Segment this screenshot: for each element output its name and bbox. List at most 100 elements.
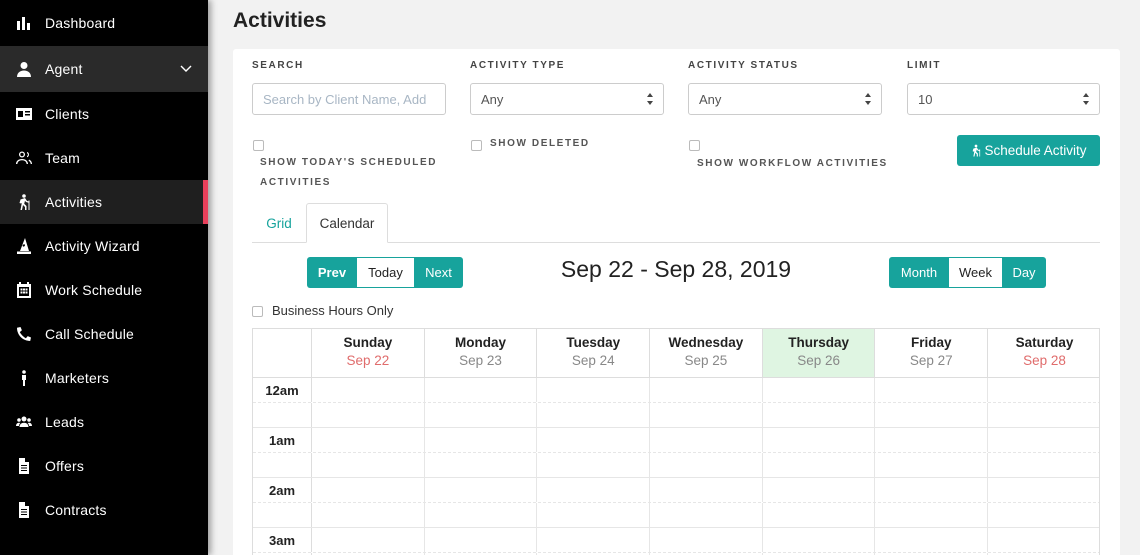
business-hours-checkbox[interactable] xyxy=(252,306,263,317)
time-slot-cell[interactable] xyxy=(312,378,425,402)
day-header-thursday[interactable]: Thursday Sep 26 xyxy=(762,329,876,377)
activity-type-select[interactable]: Any xyxy=(470,83,664,115)
time-slot-cell[interactable] xyxy=(650,378,763,402)
day-header-wednesday[interactable]: Wednesday Sep 25 xyxy=(650,329,763,377)
time-slot-cell[interactable] xyxy=(425,453,538,477)
time-slot-cell[interactable] xyxy=(875,378,989,402)
time-slot-cell[interactable] xyxy=(650,428,763,452)
sidebar-item-activity-wizard[interactable]: Activity Wizard xyxy=(0,224,208,268)
time-slot-cell[interactable] xyxy=(537,528,651,552)
time-slot-cell[interactable] xyxy=(312,403,425,427)
sidebar-item-contracts[interactable]: Contracts xyxy=(0,488,208,532)
day-header-tuesday[interactable]: Tuesday Sep 24 xyxy=(537,329,651,377)
time-slot-cell[interactable] xyxy=(763,478,876,502)
time-slot-cell[interactable] xyxy=(763,453,876,477)
day-name: Tuesday xyxy=(566,335,621,350)
day-date: Sep 23 xyxy=(459,353,502,368)
time-slot-row xyxy=(253,503,1099,528)
time-slot-cell[interactable] xyxy=(537,403,651,427)
time-slot-cell[interactable] xyxy=(650,403,763,427)
day-date: Sep 24 xyxy=(571,353,615,368)
time-slot-cell[interactable] xyxy=(537,478,651,502)
sidebar-item-label: Work Schedule xyxy=(45,282,143,298)
activity-status-select[interactable]: Any xyxy=(688,83,882,115)
time-slot-cell[interactable] xyxy=(988,478,1099,502)
time-slot-cell[interactable] xyxy=(425,428,538,452)
day-header-sunday[interactable]: Sunday Sep 22 xyxy=(312,329,425,377)
time-slot-cell[interactable] xyxy=(537,453,651,477)
time-slot-cell[interactable] xyxy=(763,528,876,552)
time-slot-cell[interactable] xyxy=(425,528,538,552)
show-workflow-label: SHOW WORKFLOW ACTIVITIES xyxy=(697,158,888,169)
time-slot-cell[interactable] xyxy=(537,503,651,527)
search-input[interactable]: Search by Client Name, Add xyxy=(252,83,446,115)
time-slot-cell[interactable] xyxy=(537,378,651,402)
show-today-checkbox[interactable] xyxy=(253,140,264,151)
prev-button[interactable]: Prev xyxy=(307,257,357,288)
hiking-icon xyxy=(973,144,981,157)
month-view-button[interactable]: Month xyxy=(889,257,949,288)
time-slot-cell[interactable] xyxy=(425,403,538,427)
time-slot-cell[interactable] xyxy=(425,478,538,502)
activity-type-value: Any xyxy=(481,91,504,107)
bar-chart-icon xyxy=(15,15,33,31)
show-deleted-checkbox[interactable] xyxy=(471,140,482,151)
sidebar-item-marketers[interactable]: Marketers xyxy=(0,356,208,400)
time-slot-cell[interactable] xyxy=(988,528,1099,552)
time-slot-cell[interactable] xyxy=(425,503,538,527)
day-header-monday[interactable]: Monday Sep 23 xyxy=(425,329,538,377)
schedule-activity-button[interactable]: Schedule Activity xyxy=(957,135,1100,166)
sidebar-item-clients[interactable]: Clients xyxy=(0,92,208,136)
next-button[interactable]: Next xyxy=(414,257,463,288)
show-workflow-checkbox[interactable] xyxy=(689,140,700,151)
week-view-button[interactable]: Week xyxy=(949,257,1002,288)
sidebar-item-label: Team xyxy=(45,150,81,166)
time-slot-cell[interactable] xyxy=(650,503,763,527)
time-slot-cell[interactable] xyxy=(988,428,1099,452)
time-slot-cell[interactable] xyxy=(988,503,1099,527)
sidebar-item-activities[interactable]: Activities xyxy=(0,180,208,224)
date-range-title: Sep 22 - Sep 28, 2019 xyxy=(560,256,792,282)
time-slot-cell[interactable] xyxy=(875,453,989,477)
time-slot-cell[interactable] xyxy=(425,378,538,402)
sidebar-item-team[interactable]: Team xyxy=(0,136,208,180)
sidebar-item-call-schedule[interactable]: Call Schedule xyxy=(0,312,208,356)
time-slot-cell[interactable] xyxy=(763,403,876,427)
time-slot-cell[interactable] xyxy=(988,378,1099,402)
time-slot-cell[interactable] xyxy=(312,428,425,452)
tab-calendar[interactable]: Calendar xyxy=(306,203,388,243)
time-slot-cell[interactable] xyxy=(875,403,989,427)
today-button[interactable]: Today xyxy=(357,257,414,288)
time-slot-cell[interactable] xyxy=(875,528,989,552)
time-slot-cell[interactable] xyxy=(650,478,763,502)
time-slot-cell[interactable] xyxy=(763,378,876,402)
time-slot-cell[interactable] xyxy=(875,478,989,502)
time-slot-cell[interactable] xyxy=(650,453,763,477)
sidebar-item-agent[interactable]: Agent xyxy=(0,46,208,92)
time-slot-cell[interactable] xyxy=(312,478,425,502)
day-header-saturday[interactable]: Saturday Sep 28 xyxy=(988,329,1099,377)
sidebar-item-label: Marketers xyxy=(45,370,110,386)
time-slot-cell[interactable] xyxy=(763,428,876,452)
time-slot-cell[interactable] xyxy=(988,453,1099,477)
limit-select[interactable]: 10 xyxy=(907,83,1100,115)
sidebar-item-label: Offers xyxy=(45,458,85,474)
sidebar-item-work-schedule[interactable]: Work Schedule xyxy=(0,268,208,312)
time-slot-cell[interactable] xyxy=(312,528,425,552)
schedule-activity-label: Schedule Activity xyxy=(984,143,1087,158)
day-header-friday[interactable]: Friday Sep 27 xyxy=(875,329,989,377)
time-slot-cell[interactable] xyxy=(763,503,876,527)
time-slot-cell[interactable] xyxy=(875,428,989,452)
sidebar-item-leads[interactable]: Leads xyxy=(0,400,208,444)
time-slot-cell[interactable] xyxy=(312,453,425,477)
time-label xyxy=(253,453,312,477)
day-view-button[interactable]: Day xyxy=(1002,257,1046,288)
time-slot-cell[interactable] xyxy=(650,528,763,552)
time-slot-cell[interactable] xyxy=(875,503,989,527)
sidebar-item-dashboard[interactable]: Dashboard xyxy=(0,0,208,46)
time-slot-cell[interactable] xyxy=(988,403,1099,427)
sidebar-item-offers[interactable]: Offers xyxy=(0,444,208,488)
time-slot-cell[interactable] xyxy=(312,503,425,527)
tab-grid[interactable]: Grid xyxy=(252,203,306,243)
time-slot-cell[interactable] xyxy=(537,428,651,452)
